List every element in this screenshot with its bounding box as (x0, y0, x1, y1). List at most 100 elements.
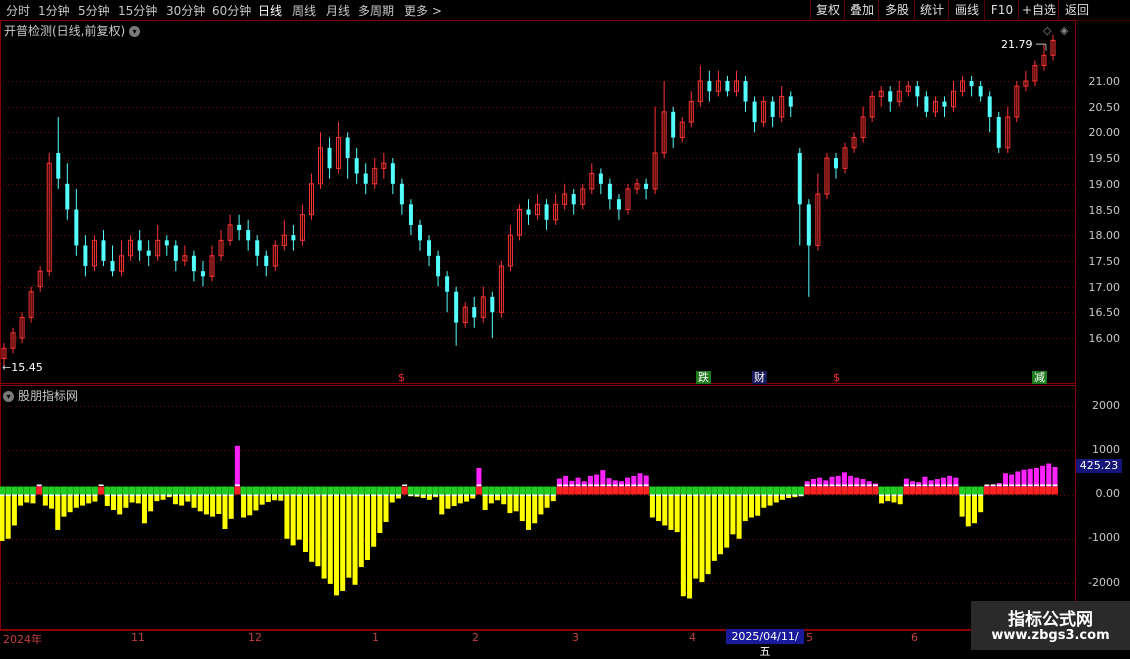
candle-body (888, 91, 893, 102)
indicator-bar (253, 494, 259, 511)
event-marker-reduce[interactable]: 减 (1032, 371, 1047, 384)
band-tick (135, 494, 141, 496)
event-marker-dividend[interactable]: $ (396, 371, 407, 384)
band-tick (395, 494, 401, 496)
price-tick: 19.50 (1088, 152, 1121, 165)
band-segment (1039, 486, 1046, 495)
event-marker-finance[interactable]: 财 (752, 371, 767, 384)
band-tick (990, 484, 996, 486)
candle-body (544, 204, 549, 220)
band-tick (817, 484, 823, 486)
indicator-bar (141, 494, 147, 524)
band-segment (928, 486, 935, 495)
date-tick: 2 (472, 631, 479, 644)
band-segment (1008, 486, 1015, 495)
band-segment (581, 486, 588, 495)
band-segment (395, 486, 402, 495)
indicator-bar (333, 494, 339, 596)
candle-body (445, 276, 450, 292)
band-tick (340, 494, 346, 496)
candle-body (833, 158, 838, 169)
band-segment (475, 486, 482, 495)
band-segment (98, 486, 105, 495)
band-tick (897, 494, 903, 496)
band-segment (1002, 486, 1009, 495)
band-segment (661, 486, 668, 495)
band-tick (86, 494, 92, 496)
band-tick (327, 494, 333, 496)
indicator-bar (538, 494, 544, 515)
event-marker-drop[interactable]: 跌 (696, 371, 711, 384)
band-segment (866, 486, 873, 495)
candle-body (327, 147, 332, 169)
indicator-bar (724, 494, 730, 548)
band-tick (575, 484, 581, 486)
band-segment (110, 486, 117, 495)
band-segment (36, 486, 43, 495)
indicator-bar (519, 494, 525, 522)
band-tick (210, 494, 216, 496)
indicator-bar (526, 494, 531, 530)
band-tick (420, 494, 426, 496)
band-tick (333, 494, 339, 496)
band-segment (686, 486, 693, 495)
candle-body (74, 209, 79, 246)
indicator-bar (179, 494, 185, 506)
indicator-bar (210, 494, 216, 517)
band-tick (866, 484, 872, 486)
band-segment (432, 486, 439, 495)
low-price-label: ←15.45 (2, 361, 43, 374)
price-tick: 17.00 (1088, 281, 1121, 294)
band-tick (222, 494, 228, 496)
candle-body (752, 101, 757, 123)
band-segment (655, 486, 662, 495)
candle-body (996, 116, 1001, 148)
candle-body (191, 255, 196, 272)
band-tick (643, 484, 649, 486)
candlestick-chart (0, 20, 1076, 631)
band-segment (959, 486, 966, 495)
band-segment (698, 486, 705, 495)
crosshair-date-label: 2025/04/11/五 (726, 629, 804, 658)
band-segment (48, 486, 55, 495)
candle-body (490, 296, 495, 313)
band-segment (85, 486, 92, 495)
band-tick (42, 494, 48, 496)
band-tick (810, 484, 816, 486)
band-tick (296, 494, 302, 496)
band-tick (241, 494, 247, 496)
indicator-bar (705, 494, 711, 575)
candle-body (354, 158, 359, 174)
indicator-tick: 0.00 (1095, 487, 1121, 500)
chevron-down-icon[interactable]: ▾ (3, 391, 14, 402)
band-tick (290, 494, 296, 496)
event-marker-dividend[interactable]: $ (831, 371, 842, 384)
price-tick: 18.50 (1088, 204, 1121, 217)
band-segment (463, 486, 470, 495)
band-tick (835, 484, 841, 486)
band-segment (17, 486, 24, 495)
band-tick (891, 494, 897, 496)
band-segment (457, 486, 464, 495)
band-tick (30, 494, 36, 496)
band-segment (67, 486, 74, 495)
band-segment (91, 486, 98, 495)
band-tick (711, 494, 717, 496)
band-segment (308, 486, 315, 495)
band-segment (79, 486, 86, 495)
band-tick (11, 494, 17, 496)
indicator-bar (191, 494, 197, 508)
band-segment (265, 486, 272, 495)
indicator-band (0, 484, 1058, 496)
indicator-tick: 2000 (1092, 399, 1120, 412)
indicator-bar (303, 494, 309, 553)
band-tick (526, 494, 531, 496)
band-tick (18, 494, 24, 496)
band-segment (513, 486, 520, 495)
band-tick (618, 484, 624, 486)
band-segment (42, 486, 49, 495)
candle-body (200, 271, 205, 277)
indicator-tick: -2000 (1088, 576, 1120, 589)
band-segment (209, 486, 216, 495)
indicator-bar (222, 494, 228, 530)
